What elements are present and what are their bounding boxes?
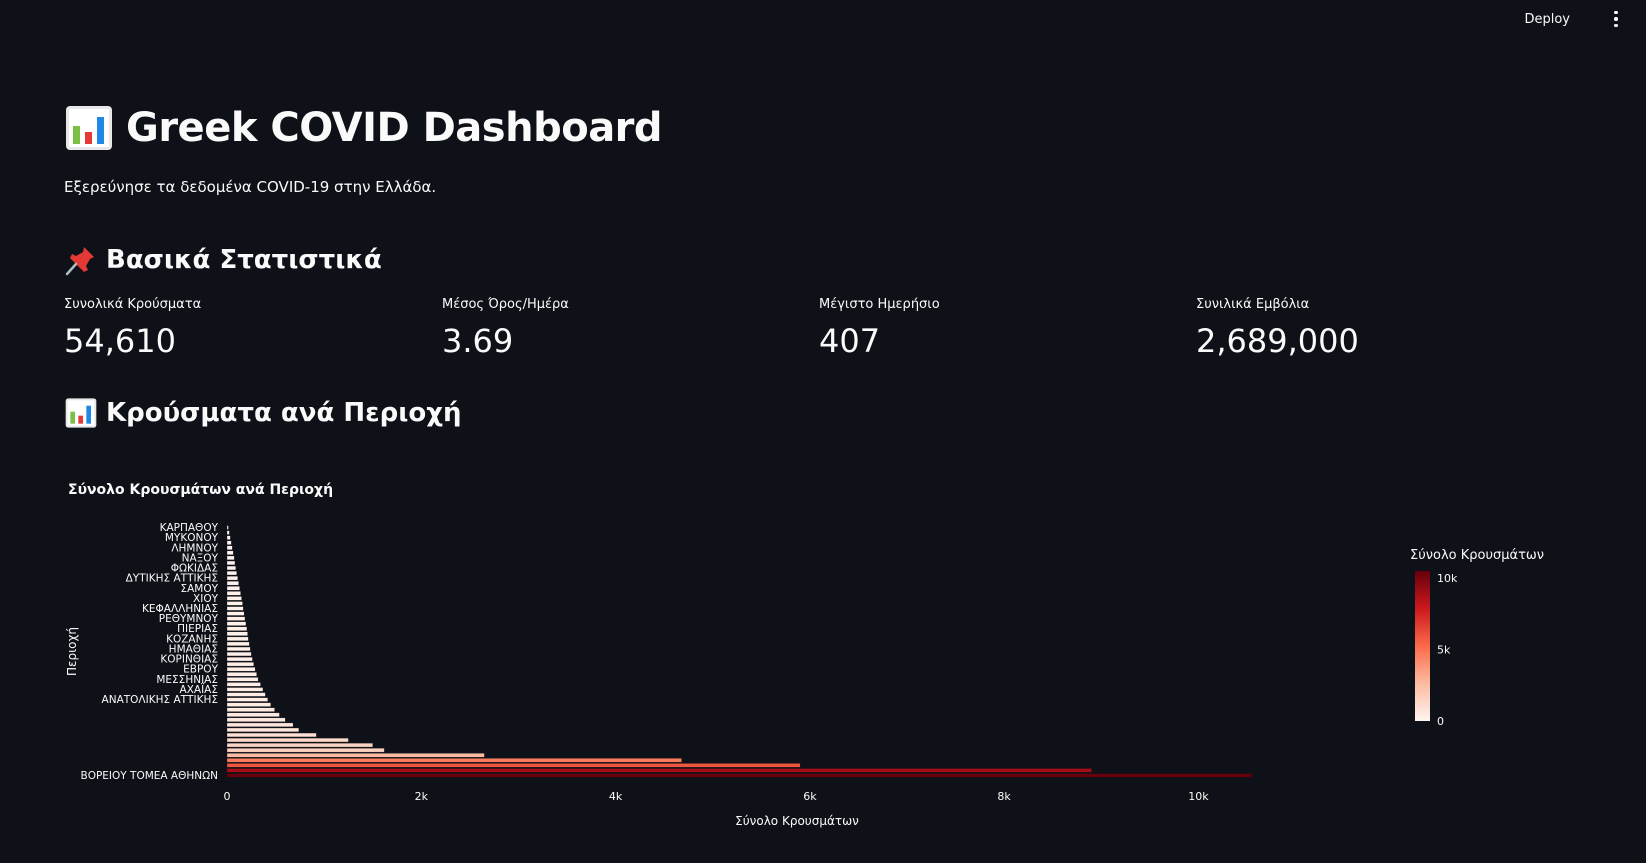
- top-toolbar: Deploy: [0, 0, 1646, 40]
- bar: [226, 606, 244, 611]
- x-tick-label: 2k: [415, 790, 429, 803]
- bar: [226, 621, 247, 626]
- bar: [226, 763, 801, 768]
- colorbar: [1415, 571, 1430, 721]
- bar: [226, 727, 300, 733]
- x-axis-title: Σύνολο Κρουσμάτων: [735, 814, 859, 828]
- bar: [226, 631, 248, 636]
- bar: [226, 596, 242, 601]
- colorbar-tick-label: 5k: [1437, 644, 1451, 657]
- bar: [226, 753, 485, 758]
- deploy-button[interactable]: Deploy: [1524, 10, 1570, 29]
- y-axis-title: Περιοχή: [65, 627, 79, 676]
- bar: [226, 677, 259, 682]
- metric-label: Συνιλικά Εμβόλια: [1196, 297, 1310, 312]
- bar: [226, 682, 261, 687]
- x-tick-label: 4k: [609, 790, 623, 803]
- metric-total-cases: Συνολικά Κρούσματα 54,610: [64, 297, 201, 360]
- bar: [226, 550, 234, 555]
- page-title: Greek COVID Dashboard: [126, 105, 663, 151]
- bar: [226, 743, 373, 748]
- bar: [226, 651, 252, 657]
- bar: [226, 646, 251, 652]
- region-heading: Κρούσματα ανά Περιοχή: [64, 397, 462, 429]
- bar: [226, 611, 245, 616]
- bar: [226, 525, 229, 530]
- x-tick-label: 0: [224, 790, 231, 803]
- bar: [226, 758, 682, 763]
- colorbar-tick-label: 0: [1437, 715, 1444, 728]
- bar: [226, 768, 1092, 773]
- x-tick-label: 10k: [1188, 790, 1209, 803]
- bar: [226, 565, 236, 571]
- bar: [226, 773, 1253, 778]
- metric-label: Μέσος Όρος/Ημέρα: [442, 297, 569, 312]
- metric-average-per-day: Μέσος Όρος/Ημέρα 3.69: [442, 297, 569, 360]
- x-tick-label: 6k: [803, 790, 817, 803]
- bar: [226, 687, 264, 692]
- bar: [226, 702, 271, 707]
- metric-total-vaccines: Συνιλικά Εμβόλια 2,689,000: [1196, 297, 1359, 360]
- bar: [226, 535, 231, 540]
- bar: [226, 737, 349, 743]
- bar: [226, 591, 241, 596]
- colorbar-tick-label: 10k: [1437, 572, 1458, 585]
- region-heading-text: Κρούσματα ανά Περιοχή: [106, 398, 462, 428]
- metric-value: 407: [819, 322, 881, 360]
- kebab-menu-icon[interactable]: [1608, 8, 1624, 30]
- bar-chart-icon: [66, 106, 112, 150]
- metric-max-daily: Μέγιστο Ημερήσιο 407: [819, 297, 940, 360]
- bar: [226, 717, 286, 722]
- x-tick-label: 8k: [997, 790, 1011, 803]
- bar: [226, 732, 317, 738]
- bar: [226, 540, 232, 545]
- bar: [226, 692, 266, 697]
- stats-heading: Βασικά Στατιστικά: [64, 244, 382, 276]
- bar: [226, 667, 256, 672]
- metric-label: Μέγιστο Ημερήσιο: [819, 297, 940, 312]
- stats-heading-text: Βασικά Στατιστικά: [106, 245, 382, 275]
- bar: [226, 657, 253, 662]
- bar-chart-icon: [65, 398, 97, 428]
- bar: [226, 586, 240, 591]
- page-header: Greek COVID Dashboard: [64, 104, 663, 152]
- bar: [226, 662, 254, 667]
- pushpin-icon: [65, 247, 94, 276]
- region-bar-chart[interactable]: Σύνολο Κρουσμάτων ανά Περιοχή Σύνολο Κρο…: [64, 470, 1584, 863]
- metric-value: 2,689,000: [1196, 322, 1359, 360]
- metric-label: Συνολικά Κρούσματα: [64, 297, 202, 312]
- bar: [226, 581, 239, 586]
- bar: [226, 530, 230, 535]
- y-tick-label: ΒΟΡΕΙΟΥ ΤΟΜΕΑ ΑΘΗΝΩΝ: [80, 770, 218, 782]
- bar: [226, 570, 237, 576]
- bar: [226, 576, 238, 581]
- bar: [226, 616, 246, 621]
- bar: [226, 560, 236, 566]
- bar: [226, 601, 243, 606]
- y-tick-label: ΑΝΑΤΟΛΙΚΗΣ ΑΤΤΙΚΗΣ: [102, 694, 218, 706]
- bar: [226, 748, 385, 753]
- bar: [226, 712, 280, 717]
- bar: [226, 626, 248, 631]
- bar: [226, 555, 235, 560]
- bar: [226, 545, 233, 550]
- metric-value: 3.69: [442, 322, 514, 360]
- bar: [226, 636, 249, 641]
- bar: [226, 697, 268, 702]
- chart-plot-area: ΚΑΡΠΑΘΟΥΜΥΚΟΝΟΥΛΗΜΝΟΥΝΑΞΟΥΦΩΚΙΔΑΣΔΥΤΙΚΗΣ…: [65, 522, 1458, 828]
- bar: [226, 672, 257, 677]
- bar: [226, 641, 250, 646]
- bar: [226, 722, 294, 727]
- page-subtitle: Εξερεύνησε τα δεδομένα COVID-19 στην Ελλ…: [64, 178, 437, 196]
- bar: [226, 707, 275, 712]
- metric-value: 54,610: [64, 322, 176, 360]
